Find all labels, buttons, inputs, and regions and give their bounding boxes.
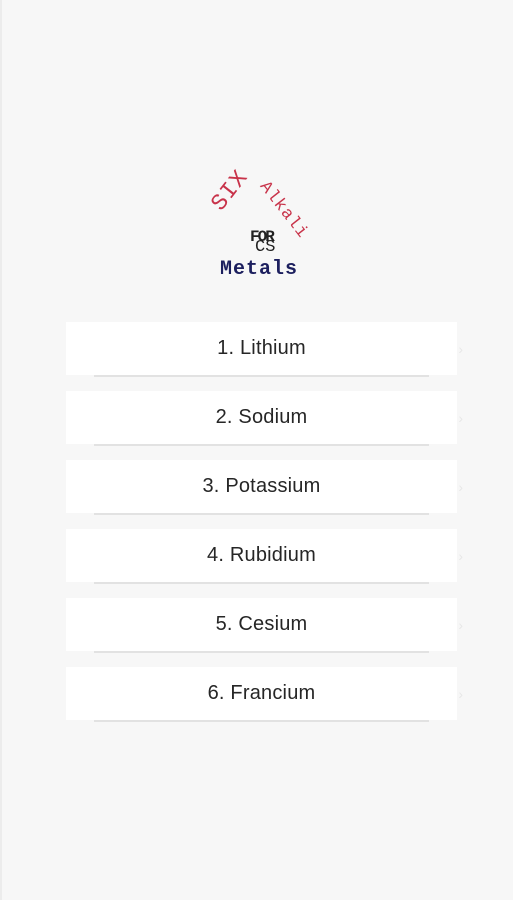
chevron-right-icon: › — [458, 685, 463, 702]
app-logo: SIX Alkali FOR CS Metals — [200, 165, 324, 284]
menu-item-lithium[interactable]: 1. Lithium › — [66, 322, 463, 377]
chevron-right-icon: › — [458, 340, 463, 357]
menu-item-label: 4. Rubidium — [207, 544, 316, 566]
app-screen: SIX Alkali FOR CS Metals 1. Lithium › 2.… — [0, 0, 513, 900]
chevron-right-icon: › — [458, 547, 463, 564]
menu-item-francium[interactable]: 6. Francium › — [66, 667, 463, 722]
menu-item-cesium[interactable]: 5. Cesium › — [66, 598, 463, 653]
menu-item-label: 2. Sodium — [215, 406, 308, 428]
menu-item-label: 1. Lithium — [217, 337, 306, 359]
chevron-right-icon: › — [458, 616, 463, 633]
chevron-right-icon: › — [458, 409, 463, 426]
menu-item-label: 6. Francium — [207, 682, 316, 704]
menu-item-sodium[interactable]: 2. Sodium › — [66, 391, 463, 446]
chevron-right-icon: › — [458, 478, 463, 495]
logo-six-text: SIX — [206, 164, 254, 217]
logo-metals-text: Metals — [220, 258, 299, 281]
menu-item-label: 3. Potassium — [202, 475, 321, 497]
menu-item-potassium[interactable]: 3. Potassium › — [66, 460, 463, 515]
logo-cs-text: CS — [255, 238, 276, 257]
menu-item-rubidium[interactable]: 4. Rubidium › — [66, 529, 463, 584]
menu-item-label: 5. Cesium — [215, 613, 308, 635]
element-menu-list: 1. Lithium › 2. Sodium › 3. Potassium › … — [66, 322, 463, 736]
